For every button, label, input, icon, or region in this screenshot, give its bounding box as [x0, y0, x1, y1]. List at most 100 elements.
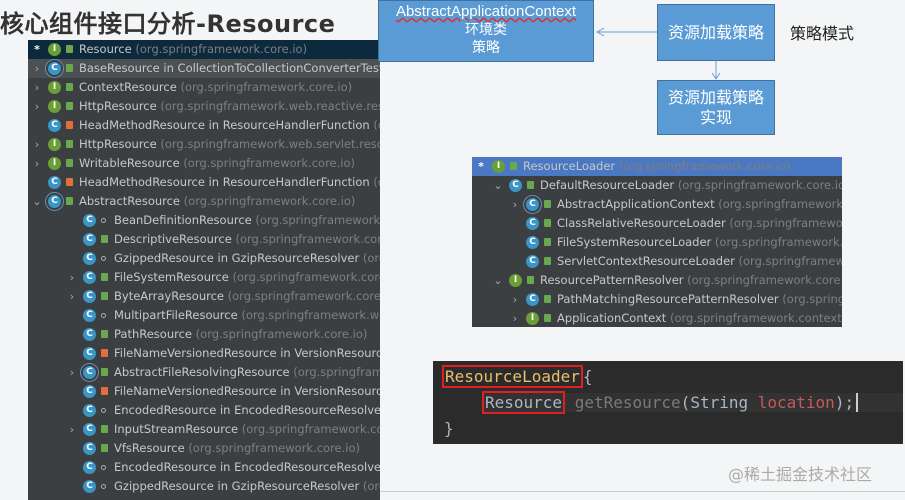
expand-chevron-icon[interactable]: ›	[510, 290, 520, 309]
expand-chevron-icon[interactable]: ›	[510, 309, 520, 327]
resource-loader-hierarchy-tree[interactable]: * I ResourceLoader (org.springframework.co…	[472, 157, 842, 327]
class-name: ClassRelativeResourceLoader (org.springf…	[557, 214, 842, 233]
package-private-icon	[101, 465, 106, 470]
tree-row[interactable]: * I ResourceLoader (org.springframework.co…	[472, 157, 842, 176]
tree-row[interactable]: › C FileSystemResource (org.springframewor…	[28, 268, 380, 287]
class-name: BeanDefinitionResource (org.springframew…	[114, 211, 380, 230]
public-lock-icon	[544, 257, 551, 265]
public-lock-icon	[544, 238, 551, 246]
package-name: (org.springframework.web.multipart)	[241, 308, 380, 322]
class-icon: C	[509, 179, 522, 192]
expand-chevron-icon[interactable]: ›	[67, 363, 77, 382]
public-lock-icon	[66, 140, 73, 148]
tree-row[interactable]: C ClassRelativeResourceLoader (org.spring…	[472, 214, 842, 233]
abstract-class-icon: C	[48, 195, 61, 208]
tree-row[interactable]: C GzippedResource in GzipResourceResolver…	[28, 477, 380, 496]
tree-row[interactable]: C FileSystemResourceLoader (org.springfra…	[472, 233, 842, 252]
collapse-chevron-icon[interactable]: ⌄	[493, 176, 503, 195]
tree-row[interactable]: ⌄ C DefaultResourceLoader (org.springframe…	[472, 176, 842, 195]
package-name: (org.springframework.beans.factory)	[255, 213, 380, 227]
class-name: FileSystemResource (org.springframework.…	[114, 268, 380, 287]
package-name: (org.springframework.core.io)	[188, 441, 360, 455]
class-name: FileNameVersionedResource in VersionReso…	[114, 346, 380, 360]
class-icon: C	[526, 293, 539, 306]
public-lock-icon	[101, 292, 108, 300]
tree-row[interactable]: › C ByteArrayResource (org.springframework…	[28, 287, 380, 306]
expand-chevron-icon[interactable]: ›	[67, 287, 77, 306]
code-snippet: ResourceLoader{ Resource getResource(Str…	[433, 361, 903, 444]
class-icon: C	[83, 309, 96, 322]
open-brace: {	[582, 367, 593, 386]
tree-row[interactable]: C FileNameVersionedResource in VersionRes…	[28, 382, 380, 401]
class-icon: C	[83, 423, 96, 436]
public-lock-icon	[510, 162, 517, 170]
public-lock-icon	[101, 273, 108, 281]
package-name: (org.springframework.core.io)	[618, 159, 791, 173]
collapse-chevron-icon[interactable]: ⌄	[32, 192, 42, 211]
class-name: VfsResource (org.springframework.core.io…	[114, 441, 360, 455]
tree-row[interactable]: C HeadMethodResource in ResourceHandlerFu…	[28, 173, 380, 192]
public-lock-icon	[527, 181, 534, 189]
tree-row[interactable]: › C AbstractFileResolvingResource (org.spr…	[28, 363, 380, 382]
class-name: HeadMethodResource in ResourceHandlerFun…	[79, 173, 380, 192]
class-icon: C	[83, 233, 96, 246]
class-icon: C	[83, 271, 96, 284]
tree-row[interactable]: › I WritableResource (org.springframework.…	[28, 154, 380, 173]
paren-close: );	[834, 393, 855, 412]
class-icon: C	[83, 252, 96, 265]
package-name: (org.springframework.core.io.support)	[782, 292, 842, 306]
interface-icon: I	[48, 157, 61, 170]
class-name: FileSystemResourceLoader (org.springfram…	[557, 233, 842, 252]
tree-row[interactable]: C GzippedResource in GzipResourceResolver…	[28, 249, 380, 268]
expand-chevron-icon[interactable]: ›	[67, 420, 77, 439]
package-name: (org.springframework.core.io)	[183, 156, 355, 170]
tree-row[interactable]: C PathResource (org.springframework.core.…	[28, 325, 380, 344]
package-name: (org.springframework.web.context)	[738, 254, 842, 268]
interface-icon: I	[509, 274, 522, 287]
tree-row[interactable]: C EncodedResource in EncodedResourceResol…	[28, 458, 380, 477]
class-name: PathResource (org.springframework.core.i…	[114, 327, 368, 341]
expand-chevron-icon[interactable]: ›	[32, 154, 42, 173]
private-lock-icon	[101, 387, 108, 395]
tree-row[interactable]: ⌄ I ResourcePatternResolver (org.springfra…	[472, 271, 842, 290]
expand-chevron-icon[interactable]: ›	[510, 195, 520, 214]
package-name: (org.springframework)	[362, 251, 380, 265]
public-lock-icon	[101, 444, 108, 452]
class-icon: C	[83, 347, 96, 360]
public-lock-icon	[66, 197, 73, 205]
tree-row[interactable]: C ServletContextResourceLoader (org.sprin…	[472, 252, 842, 271]
tree-row[interactable]: C VfsResource (org.springframework.core.i…	[28, 439, 380, 458]
class-icon: C	[83, 290, 96, 303]
class-name: MultipartFileResource (org.springframewo…	[114, 306, 380, 325]
package-private-icon	[101, 218, 106, 223]
tree-row[interactable]: › I ApplicationContext (org.springframewor…	[472, 309, 842, 327]
public-lock-icon	[544, 295, 551, 303]
tree-row[interactable]: › C InputStreamResource (org.springframewo…	[28, 420, 380, 439]
collapse-chevron-icon[interactable]: ⌄	[493, 271, 503, 290]
tree-row[interactable]: C FileNameVersionedResource in VersionRes…	[28, 344, 380, 363]
public-lock-icon	[101, 330, 108, 338]
bottom-divider	[380, 491, 905, 492]
tree-row[interactable]: C BeanDefinitionResource (org.springframe…	[28, 211, 380, 230]
class-icon: C	[526, 217, 539, 230]
close-brace: }	[444, 419, 454, 438]
tree-row[interactable]: C EncodedResource in EncodedResourceResol…	[28, 401, 380, 420]
class-name: AbstractResource (org.springframework.co…	[79, 194, 356, 208]
tree-row[interactable]: › C PathMatchingResourcePatternResolver (o…	[472, 290, 842, 309]
tree-row[interactable]: ⌄ C AbstractResource (org.springframework.…	[28, 192, 380, 211]
class-icon: C	[48, 176, 61, 189]
package-name: (org.springframework.core.io)	[293, 365, 380, 379]
class-name: DescriptiveResource (org.springframework…	[114, 230, 380, 249]
public-lock-icon	[544, 314, 551, 322]
expand-chevron-icon[interactable]: ›	[67, 268, 77, 287]
param-type: String	[690, 393, 749, 412]
tree-row[interactable]: C DescriptiveResource (org.springframewor…	[28, 230, 380, 249]
class-name: PathMatchingResourcePatternResolver (org…	[557, 290, 842, 309]
interface-icon: I	[526, 312, 539, 325]
watermark: @稀土掘金技术社区	[728, 465, 873, 484]
class-name: ApplicationContext (org.springframework.…	[557, 309, 842, 327]
tree-row[interactable]: C MultipartFileResource (org.springframew…	[28, 306, 380, 325]
package-private-icon	[101, 256, 106, 261]
class-name: AbstractApplicationContext (org.springfr…	[557, 195, 842, 214]
tree-row[interactable]: › C AbstractApplicationContext (org.spring…	[472, 195, 842, 214]
